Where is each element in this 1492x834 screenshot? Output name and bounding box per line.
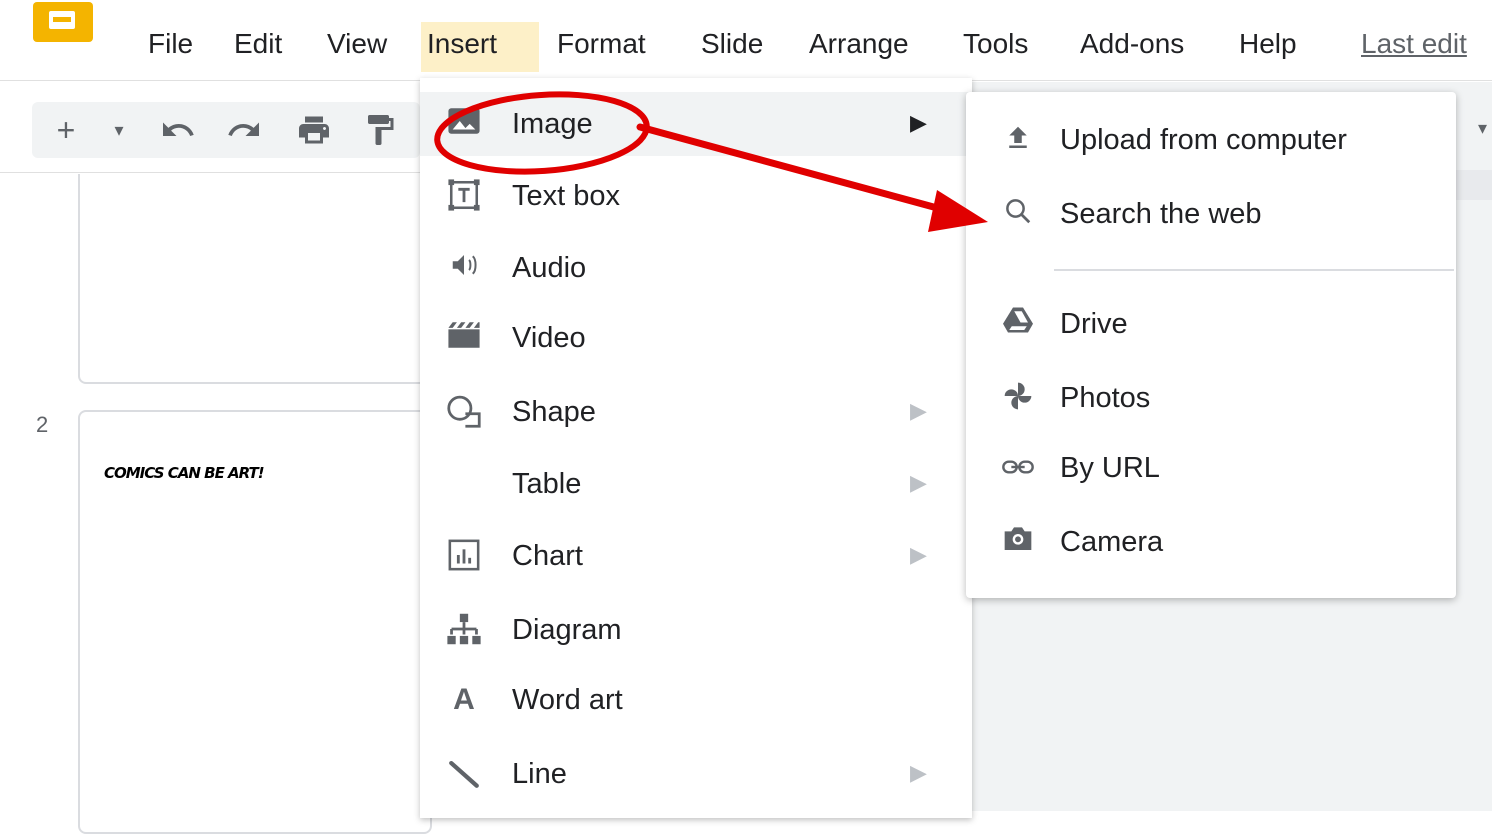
insert-menu: Image ▶ Text box Audio Video Shape ▶ Tab… [420, 78, 972, 818]
submenu-item-camera[interactable]: Camera [966, 512, 1456, 572]
menu-bar: File Edit View Insert Format Slide Arran… [0, 0, 1492, 82]
plus-icon[interactable]: + [46, 106, 86, 154]
menu-format[interactable]: Format [551, 22, 652, 72]
menu-slide[interactable]: Slide [695, 22, 769, 72]
submenu-item-label: By URL [1060, 452, 1160, 484]
word-art-icon: A [453, 683, 475, 716]
submenu-item-label: Photos [1060, 382, 1151, 414]
chart-icon [444, 538, 484, 574]
menu-file[interactable]: File [142, 22, 199, 72]
menu-insert[interactable]: Insert [421, 22, 539, 72]
menu-item-label: Image [512, 108, 593, 140]
menu-item-label: Shape [512, 396, 596, 428]
menu-item-table[interactable]: Table ▶ [420, 452, 972, 516]
image-icon [444, 106, 484, 142]
submenu-item-label: Camera [1060, 526, 1164, 558]
toolbar-more-caret-icon[interactable]: ▾ [1478, 118, 1487, 139]
menu-view[interactable]: View [321, 22, 393, 72]
slide-number: 2 [36, 412, 49, 437]
menu-item-label: Diagram [512, 614, 622, 646]
redo-icon[interactable] [222, 106, 266, 154]
menu-item-label: Text box [512, 180, 620, 212]
menu-item-chart[interactable]: Chart ▶ [420, 524, 972, 588]
menu-item-video[interactable]: Video [420, 306, 972, 370]
submenu-item-upload[interactable]: Upload from computer [966, 110, 1456, 170]
submenu-item-label: Search the web [1060, 198, 1262, 230]
diagram-icon [444, 612, 484, 648]
submenu-item-photos[interactable]: Photos [966, 368, 1456, 428]
menu-edit[interactable]: Edit [228, 22, 288, 72]
menu-item-label: Audio [512, 252, 587, 284]
menu-item-image[interactable]: Image ▶ [420, 92, 972, 156]
video-icon [444, 320, 484, 356]
upload-icon [998, 122, 1038, 158]
search-icon [998, 196, 1038, 232]
menu-item-audio[interactable]: Audio [420, 236, 972, 300]
submenu-item-label: Upload from computer [1060, 124, 1347, 156]
submenu-arrow-icon: ▶ [910, 760, 927, 785]
menu-item-label: Table [512, 468, 582, 500]
image-submenu: Upload from computer Search the web Driv… [966, 92, 1456, 598]
menu-tools[interactable]: Tools [957, 22, 1034, 72]
slide-thumbnail-2[interactable]: COMICS CAN BE ART! [78, 410, 432, 834]
submenu-divider [1054, 269, 1454, 271]
menu-item-label: Word art [512, 684, 623, 716]
slide-2-title-text: COMICS CAN BE ART! [104, 464, 265, 482]
menu-item-word-art[interactable]: A Word art [420, 668, 972, 732]
submenu-arrow-icon: ▶ [910, 110, 927, 135]
text-box-icon [444, 178, 484, 214]
menu-item-label: Line [512, 758, 567, 790]
menu-item-label: Video [512, 322, 586, 354]
submenu-item-label: Drive [1060, 308, 1128, 340]
submenu-arrow-icon: ▶ [910, 398, 927, 423]
camera-icon [998, 524, 1038, 560]
drive-icon [998, 306, 1038, 342]
menu-arrange[interactable]: Arrange [803, 22, 915, 72]
menu-addons[interactable]: Add-ons [1074, 22, 1190, 72]
submenu-item-by-url[interactable]: By URL [966, 438, 1456, 498]
submenu-arrow-icon: ▶ [910, 470, 927, 495]
toolbar-divider [0, 172, 420, 173]
submenu-item-drive[interactable]: Drive [966, 294, 1456, 354]
menu-item-line[interactable]: Line ▶ [420, 742, 972, 806]
slide-thumbnail-1[interactable] [78, 174, 432, 384]
print-icon[interactable] [292, 106, 336, 154]
menu-item-diagram[interactable]: Diagram [420, 598, 972, 662]
canvas-ruler [1455, 170, 1492, 200]
menu-help[interactable]: Help [1233, 22, 1303, 72]
menu-item-shape[interactable]: Shape ▶ [420, 380, 972, 444]
shape-icon [444, 394, 484, 430]
link-icon [998, 450, 1038, 486]
undo-icon[interactable] [156, 106, 200, 154]
filmstrip: 2 COMICS CAN BE ART! [0, 174, 432, 834]
audio-icon [444, 250, 484, 286]
last-edit-link[interactable]: Last edit [1355, 22, 1473, 72]
menu-item-label: Chart [512, 540, 583, 572]
photos-icon [998, 380, 1038, 416]
dropdown-caret-icon[interactable]: ▾ [104, 106, 134, 154]
paint-format-icon[interactable] [358, 106, 402, 154]
line-icon [444, 756, 484, 792]
submenu-arrow-icon: ▶ [910, 542, 927, 567]
menu-item-text-box[interactable]: Text box [420, 164, 972, 228]
submenu-item-search-web[interactable]: Search the web [966, 184, 1456, 244]
slides-logo[interactable] [33, 2, 93, 42]
